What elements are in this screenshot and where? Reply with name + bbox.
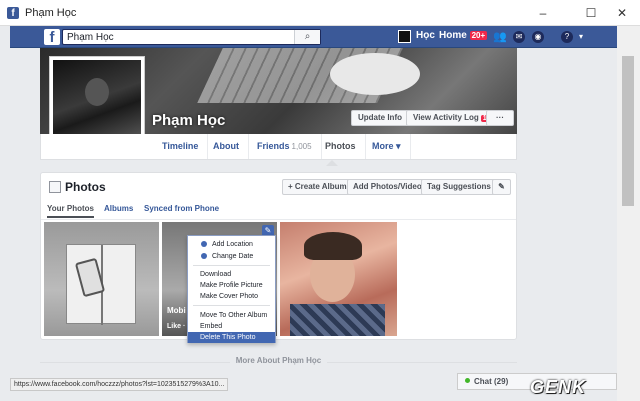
menu-item-change-date[interactable]: Change Date [188, 251, 275, 262]
clock-icon [201, 253, 207, 259]
photos-heading-text: Photos [65, 180, 106, 194]
subtab-divider [41, 219, 516, 220]
tab-photos[interactable]: Photos [316, 134, 366, 166]
menu-item-move-to-other-album[interactable]: Move To Other Album [188, 310, 275, 321]
chat-label: Chat (29) [474, 377, 509, 386]
dropdown-icon[interactable]: ▾ [575, 31, 587, 43]
photos-section: Photos + Create Album Add Photos/Video T… [40, 172, 517, 340]
shirt-shape [290, 304, 385, 336]
home-link[interactable]: Home 20+ [439, 30, 488, 41]
more-options-button[interactable]: ··· [486, 110, 514, 126]
menu-item-make-profile-picture[interactable]: Make Profile Picture [188, 280, 275, 291]
hair-shape [304, 232, 362, 260]
search-icon[interactable]: ⌕ [294, 30, 320, 44]
online-dot-icon [465, 378, 470, 383]
subtab-synced-from-phone[interactable]: Synced from Phone [144, 204, 219, 213]
menu-separator [193, 305, 270, 306]
tab-more[interactable]: More ▾ [363, 134, 411, 159]
profile-avatar-icon[interactable] [398, 30, 411, 43]
menu-item-embed[interactable]: Embed [188, 321, 275, 332]
search-box: ⌕ [62, 29, 321, 45]
menu-item-download[interactable]: Download [188, 269, 275, 280]
photo-tile-notebook[interactable] [44, 222, 159, 336]
menu-item-delete-this-photo[interactable]: Delete This Photo [188, 332, 275, 343]
search-input[interactable] [63, 30, 291, 44]
minimize-button[interactable]: – [529, 4, 557, 22]
title-bar: f Phạm Học – ☐ ✕ [0, 0, 640, 26]
vertical-scrollbar[interactable] [617, 26, 640, 401]
maximize-button[interactable]: ☐ [577, 4, 605, 22]
update-info-button[interactable]: Update Info [351, 110, 409, 126]
profile-name[interactable]: Phạm Học [152, 112, 225, 129]
photos-heading: Photos [49, 180, 106, 194]
close-button[interactable]: ✕ [608, 4, 636, 22]
menu-item-add-location-label: Add Location [212, 241, 253, 248]
tab-timeline[interactable]: Timeline [153, 134, 209, 159]
profile-link[interactable]: Học [416, 30, 435, 41]
more-about-text: More About Phạm Học [229, 356, 328, 365]
create-album-button[interactable]: + Create Album [282, 179, 353, 195]
photos-icon [49, 181, 61, 193]
facebook-top-bar: f ⌕ Học Home 20+ 👥 ✉ ◉ ? ▾ [10, 26, 617, 48]
subtab-albums[interactable]: Albums [104, 204, 133, 213]
status-bar-url: https://www.facebook.com/hoczzz/photos?l… [10, 378, 229, 391]
home-label: Home [439, 30, 467, 41]
subtab-your-photos[interactable]: Your Photos [47, 204, 94, 218]
tag-suggestions-button[interactable]: Tag Suggestions [421, 179, 497, 195]
help-icon[interactable]: ? [561, 31, 573, 43]
tab-friends-label: Friends [257, 141, 290, 151]
profile-tabs: Timeline About Friends 1,005 Photos More … [40, 134, 517, 166]
photo-tile-selfie[interactable] [280, 222, 397, 336]
edit-pencil-icon[interactable]: ✎ [492, 179, 511, 195]
add-photos-button[interactable]: Add Photos/Video [347, 179, 428, 195]
more-about-header: More About Phạm Học [40, 356, 517, 370]
tab-friends[interactable]: Friends 1,005 [248, 134, 322, 159]
menu-item-change-date-label: Change Date [212, 253, 254, 260]
facebook-app-icon: f [7, 7, 19, 19]
mouse-image [330, 53, 420, 95]
window-title: Phạm Học [25, 7, 77, 19]
friends-count: 1,005 [291, 142, 312, 151]
tab-about[interactable]: About [204, 134, 249, 159]
photo-context-menu: Add Location Change Date Download Make P… [187, 235, 276, 343]
browser-window: f Phạm Học – ☐ ✕ f ⌕ Học Home 20+ 👥 ✉ ◉ … [0, 0, 640, 401]
view-activity-log-label: View Activity Log [413, 113, 479, 122]
photo-caption: Mobi [167, 306, 186, 315]
messages-icon[interactable]: ✉ [513, 31, 525, 43]
home-badge: 20+ [469, 31, 488, 40]
genk-watermark: GENK [530, 377, 587, 397]
location-pin-icon [201, 241, 207, 247]
facebook-logo[interactable]: f [44, 29, 60, 46]
scrollbar-thumb[interactable] [622, 56, 634, 206]
menu-item-add-location[interactable]: Add Location [188, 239, 275, 250]
menu-item-make-cover-photo[interactable]: Make Cover Photo [188, 291, 275, 302]
globe-icon[interactable]: ◉ [532, 31, 544, 43]
friends-icon[interactable]: 👥 [493, 31, 507, 43]
menu-separator [193, 265, 270, 266]
